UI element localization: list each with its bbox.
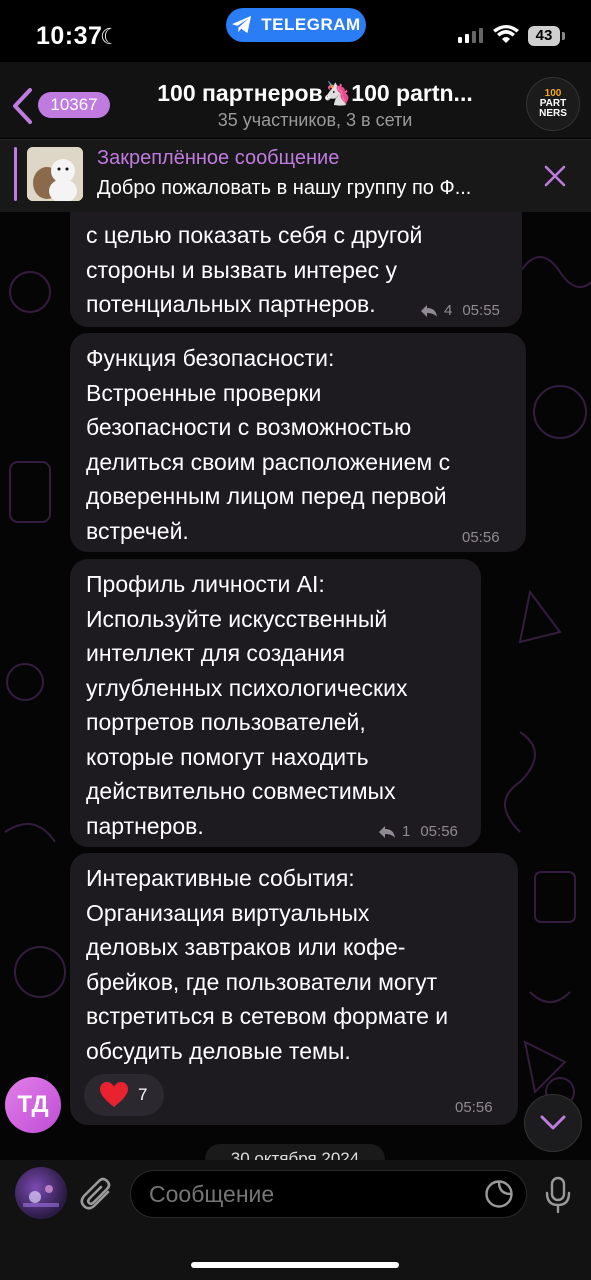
message-meta: 1 05:56 (378, 823, 458, 840)
home-indicator (191, 1262, 399, 1268)
wifi-icon (493, 25, 519, 43)
user-avatar[interactable] (15, 1167, 67, 1219)
scroll-down-button[interactable] (524, 1094, 582, 1152)
chat-title[interactable]: 100 партнеров🦄100 partn... (120, 80, 510, 107)
message-time: 05:56 (420, 823, 458, 840)
message-meta: 05:56 (455, 1099, 493, 1116)
message-meta: 05:56 (462, 529, 500, 546)
telegram-pill[interactable]: TELEGRAM (226, 8, 366, 42)
chat-subtitle: 35 участников, 3 в сети (217, 110, 413, 130)
reply-count: 1 (402, 823, 411, 840)
reaction-count: 7 (138, 1085, 148, 1104)
sticker-icon[interactable] (484, 1179, 514, 1209)
group-avatar-line: NERS (539, 108, 567, 119)
back-chevron-icon[interactable] (10, 86, 34, 126)
message-time: 05:56 (455, 1099, 493, 1116)
message-time: 05:55 (462, 302, 500, 319)
message-text: Интерактивные события: Организация вирту… (86, 865, 449, 1064)
pinned-title: Закреплённое сообщение (97, 147, 340, 169)
reply-count: 4 (444, 302, 453, 319)
microphone-icon[interactable] (544, 1176, 572, 1214)
message-bubble[interactable]: Функция безопасности: Встроенные проверк… (70, 333, 526, 552)
message-input[interactable] (130, 1170, 527, 1218)
close-icon[interactable] (542, 163, 568, 189)
battery-indicator: 43 (528, 26, 560, 46)
message-text: Функция безопасности: Встроенные проверк… (86, 345, 451, 544)
moon-icon: ☾ (100, 24, 120, 49)
reply-arrow-icon (421, 304, 437, 317)
heart-icon (100, 1082, 128, 1107)
status-time: 10:37 (36, 22, 103, 50)
telegram-pill-label: TELEGRAM (261, 15, 361, 34)
message-time: 05:56 (462, 529, 500, 546)
battery-tip (562, 32, 565, 40)
reply-arrow-icon (379, 825, 395, 838)
message-text: Профиль личности AI: Используйте искусст… (86, 571, 408, 839)
pinned-thumbnail (27, 147, 83, 201)
pinned-text: Добро пожаловать в нашу группу по Ф... (97, 177, 472, 199)
reaction-chip[interactable]: 7 (84, 1074, 164, 1116)
sender-avatar[interactable]: ТД (5, 1077, 61, 1133)
signal-icon (458, 28, 483, 43)
message-bubble[interactable]: Профиль личности AI: Используйте искусст… (70, 559, 481, 847)
paperclip-icon[interactable] (80, 1176, 114, 1212)
telegram-icon (232, 15, 252, 34)
chevron-down-icon (540, 1115, 566, 1130)
unread-count-badge[interactable]: 10367 (38, 92, 110, 118)
group-avatar[interactable]: 100 PART NERS (526, 77, 580, 131)
pinned-indicator (14, 147, 17, 201)
message-meta: 4 05:55 (420, 302, 500, 319)
